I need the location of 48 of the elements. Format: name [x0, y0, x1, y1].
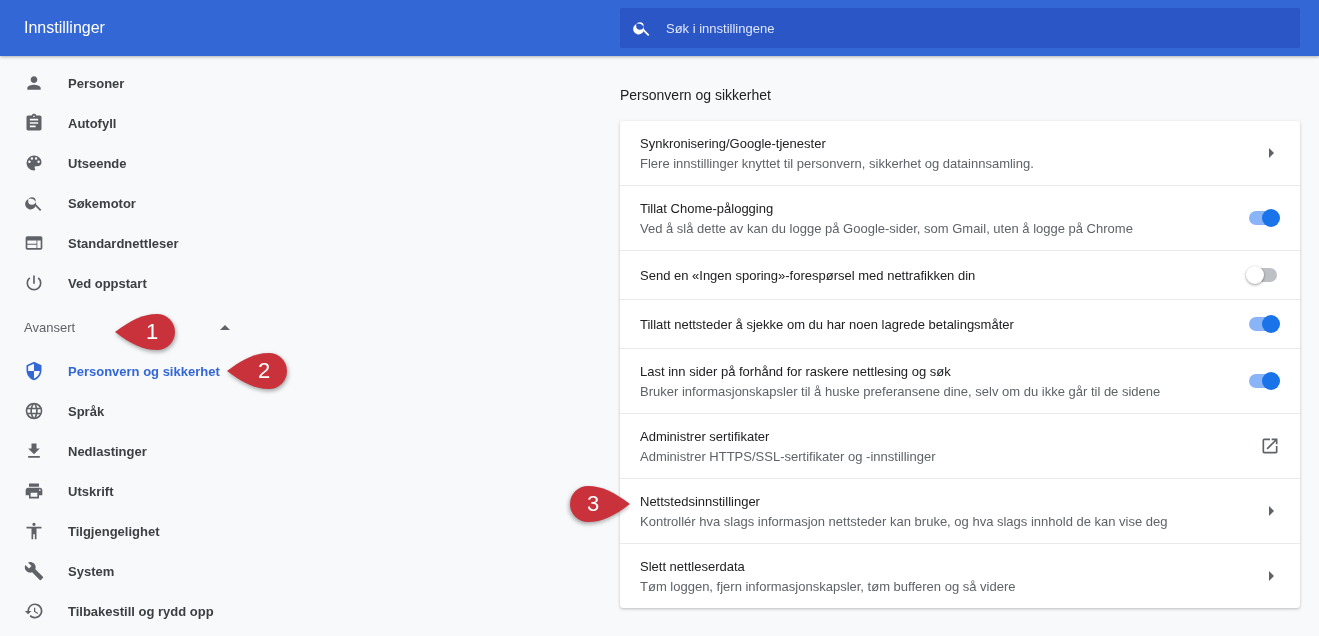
- setting-description: Flere innstillinger knyttet til personvern, sikkerhet og datainnsamling.: [640, 155, 1034, 171]
- sidebar-item[interactable]: Utskrift: [0, 471, 122, 511]
- page-title: Innstillinger: [23, 19, 106, 37]
- callout-marker: 1: [113, 312, 177, 352]
- setting-description: Tøm loggen, fjern informasjonskapsler, tøm bufferen og så videre: [640, 578, 1016, 594]
- arrow-right-icon[interactable]: [1269, 148, 1274, 158]
- setting-description: Kontrollér hva slags informasjon nettsteder kan bruke, og hva slags innhold de kan vise deg: [640, 513, 1168, 529]
- setting-title: Send en «Ingen sporing»-forespørsel med nettrafikken din: [640, 267, 976, 283]
- sidebar-item[interactable]: Språk: [0, 391, 113, 431]
- setting-description: Administrer HTTPS/SSL-sertifikater og -innstillinger: [640, 448, 936, 464]
- history-icon: [24, 601, 44, 621]
- sidebar-item[interactable]: Ved oppstart: [0, 263, 155, 303]
- sidebar-item[interactable]: Standardnettleser: [0, 223, 187, 263]
- shield-icon: [24, 361, 44, 381]
- sidebar-item[interactable]: System: [0, 551, 123, 591]
- sidebar-item[interactable]: Søkemotor: [0, 183, 144, 223]
- setting-title: Synkronisering/Google-tjenester: [640, 135, 827, 151]
- setting-title: Tillatt nettsteder å sjekke om du har noen lagrede betalingsmåter: [640, 316, 1014, 332]
- callout-marker: 3: [568, 484, 632, 524]
- sidebar-item[interactable]: Personer: [0, 63, 133, 103]
- clipboard-icon: [24, 113, 44, 133]
- sidebar-item[interactable]: Tilgjengelighet: [0, 511, 168, 551]
- printer-icon: [24, 481, 44, 501]
- callout-marker: 2: [225, 351, 289, 391]
- setting-title: Last inn sider på forhånd for raskere nettlesing og søk: [640, 363, 952, 379]
- wrench-icon: [24, 561, 44, 581]
- sidebar-item[interactable]: Tilbakestill og rydd opp: [0, 591, 222, 631]
- palette-icon: [24, 153, 44, 173]
- sidebar-item[interactable]: Nedlastinger: [0, 431, 155, 471]
- setting-title: Nettstedsinnstillinger: [640, 493, 761, 509]
- sidebar-item[interactable]: Autofyll: [0, 103, 125, 143]
- search-field[interactable]: Søk i innstillingene: [620, 8, 1300, 48]
- setting-description: Bruker informasjonskapsler til å huske preferansene dine, selv om du ikke går til de sidene: [640, 383, 1161, 399]
- open-external-icon[interactable]: [1260, 436, 1280, 456]
- setting-title: Tillat Chome-pålogging: [640, 200, 775, 216]
- section-title: Personvern og sikkerhet: [620, 87, 772, 103]
- accessibility-icon: [24, 521, 44, 541]
- setting-title: Administrer sertifikater: [640, 428, 771, 444]
- sidebar-item[interactable]: Utseende: [0, 143, 135, 183]
- arrow-right-icon[interactable]: [1269, 571, 1274, 581]
- power-icon: [24, 273, 44, 293]
- browser-window-icon: [24, 233, 44, 253]
- advanced-toggle[interactable]: Avansert: [24, 319, 76, 335]
- sidebar-item[interactable]: Personvern og sikkerhet: [0, 351, 228, 391]
- arrow-right-icon[interactable]: [1269, 506, 1274, 516]
- setting-description: Ved å slå dette av kan du logge på Google-sider, som Gmail, uten å logge på Chrome: [640, 220, 1133, 236]
- setting-title: Slett nettleserdata: [640, 558, 746, 574]
- globe-icon: [24, 401, 44, 421]
